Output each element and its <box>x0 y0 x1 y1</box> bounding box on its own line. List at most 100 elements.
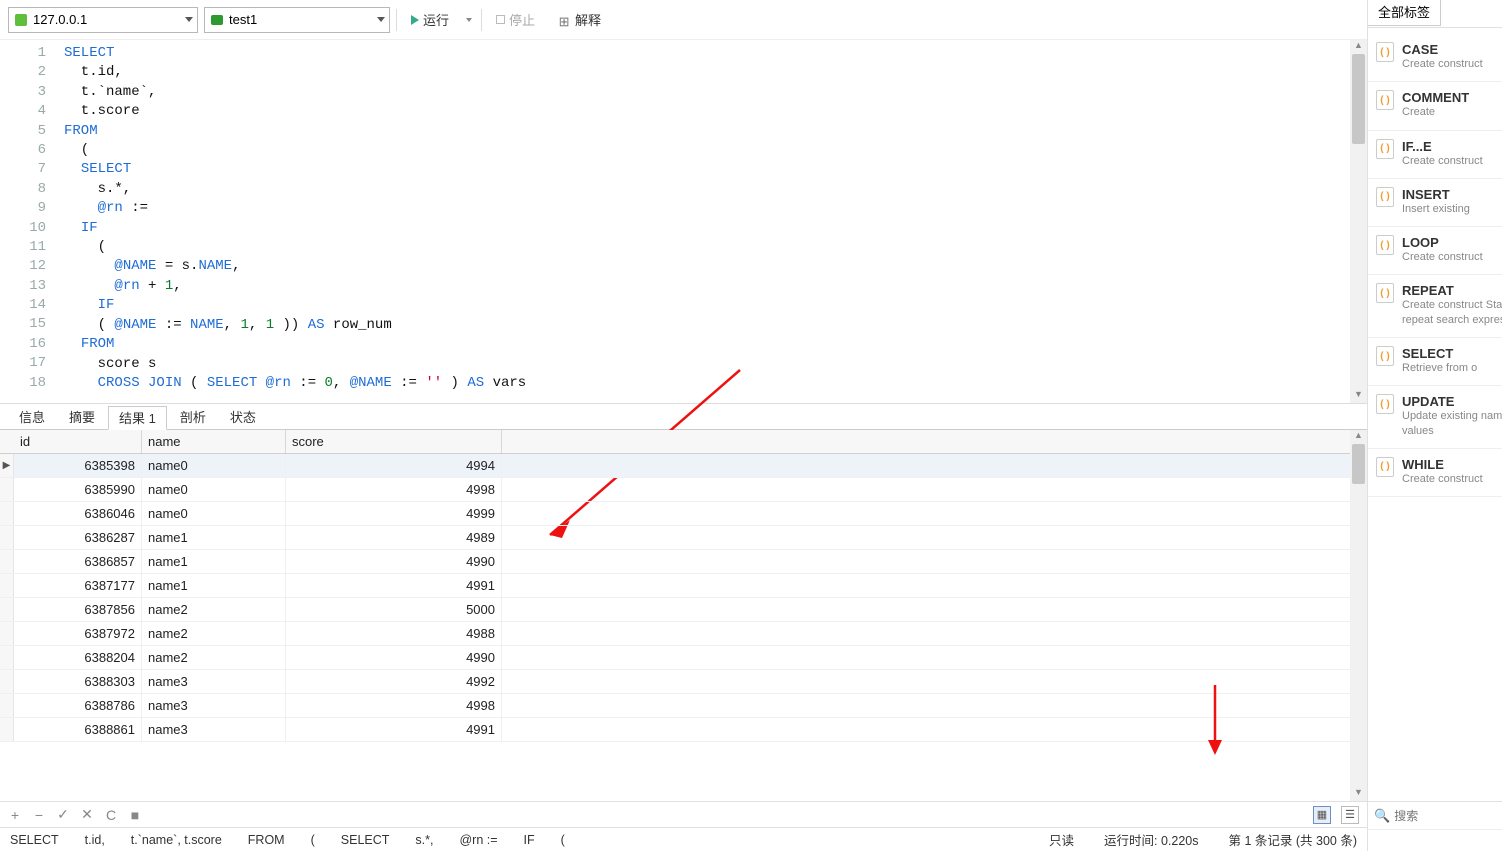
cell-score[interactable]: 5000 <box>286 598 502 621</box>
cell-name[interactable]: name3 <box>142 694 286 717</box>
snippet-item[interactable]: LOOPCreate construct <box>1368 227 1502 275</box>
cell-id[interactable]: 6385398 <box>14 454 142 477</box>
cell-id[interactable]: 6387177 <box>14 574 142 597</box>
cell-id[interactable]: 6385990 <box>14 478 142 501</box>
table-row[interactable]: 6387856name25000 <box>0 598 1367 622</box>
column-header-score[interactable]: score <box>286 430 502 453</box>
table-row[interactable]: 6385990name04998 <box>0 478 1367 502</box>
add-row-button[interactable]: + <box>8 807 22 823</box>
cell-id[interactable]: 6387972 <box>14 622 142 645</box>
snippets-list[interactable]: CASECreate constructCOMMENTCreateIF...EC… <box>1368 28 1502 801</box>
explain-button[interactable]: 解释 <box>549 7 609 33</box>
cell-score[interactable]: 4999 <box>286 502 502 525</box>
scroll-thumb[interactable] <box>1352 444 1365 484</box>
column-header-name[interactable]: name <box>142 430 286 453</box>
connection-combo[interactable]: 127.0.0.1 <box>8 7 198 33</box>
scroll-up-icon[interactable]: ▲ <box>1350 430 1367 444</box>
table-row[interactable]: 6387177name14991 <box>0 574 1367 598</box>
snippet-item[interactable]: UPDATEUpdate existing named values <box>1368 386 1502 449</box>
snippet-item[interactable]: CASECreate construct <box>1368 34 1502 82</box>
form-view-button[interactable]: ☰ <box>1341 806 1359 824</box>
snippet-desc: Create construct <box>1402 154 1483 168</box>
cell-name[interactable]: name2 <box>142 646 286 669</box>
scroll-thumb[interactable] <box>1352 54 1365 144</box>
table-row[interactable]: ▶6385398name04994 <box>0 454 1367 478</box>
status-readonly: 只读 <box>1049 830 1074 849</box>
table-row[interactable]: 6388786name34998 <box>0 694 1367 718</box>
grid-scrollbar[interactable]: ▲ ▼ <box>1350 430 1367 801</box>
cell-id[interactable]: 6386287 <box>14 526 142 549</box>
table-row[interactable]: 6386287name14989 <box>0 526 1367 550</box>
tab-result-1[interactable]: 结果 1 <box>108 406 167 430</box>
table-row[interactable]: 6388303name34992 <box>0 670 1367 694</box>
tab-profile[interactable]: 剖析 <box>169 405 217 429</box>
editor-scrollbar[interactable]: ▲ ▼ <box>1350 40 1367 403</box>
cell-id[interactable]: 6388204 <box>14 646 142 669</box>
snippet-item[interactable]: IF...ECreate construct <box>1368 131 1502 179</box>
snippet-item[interactable]: WHILECreate construct <box>1368 449 1502 497</box>
cell-name[interactable]: name1 <box>142 574 286 597</box>
cell-name[interactable]: name2 <box>142 622 286 645</box>
cell-score[interactable]: 4994 <box>286 454 502 477</box>
cell-id[interactable]: 6386857 <box>14 550 142 573</box>
stop-button[interactable]: 停止 <box>488 7 543 33</box>
scroll-up-icon[interactable]: ▲ <box>1350 40 1367 54</box>
snippet-item[interactable]: SELECTRetrieve from o <box>1368 338 1502 386</box>
cell-id[interactable]: 6386046 <box>14 502 142 525</box>
column-header-id[interactable]: id <box>14 430 142 453</box>
table-row[interactable]: 6387972name24988 <box>0 622 1367 646</box>
sql-editor[interactable]: 1 2 3 4 5 6 7 8 9 10 11 12 13 14 15 16 1… <box>0 40 1367 404</box>
status-bar: SELECT t.id, t.`name`, t.score FROM ( SE… <box>0 827 1367 851</box>
cell-name[interactable]: name0 <box>142 454 286 477</box>
run-dropdown-button[interactable] <box>463 7 475 33</box>
tab-status[interactable]: 状态 <box>219 405 267 429</box>
cell-score[interactable]: 4990 <box>286 550 502 573</box>
cell-score[interactable]: 4992 <box>286 670 502 693</box>
snippet-item[interactable]: INSERTInsert existing <box>1368 179 1502 227</box>
scroll-down-icon[interactable]: ▼ <box>1350 389 1367 403</box>
table-row[interactable]: 6386046name04999 <box>0 502 1367 526</box>
cell-score[interactable]: 4998 <box>286 694 502 717</box>
cell-name[interactable]: name1 <box>142 550 286 573</box>
grid-view-button[interactable]: ▦ <box>1313 806 1331 824</box>
cell-name[interactable]: name3 <box>142 670 286 693</box>
commit-button[interactable]: ✓ <box>56 806 70 823</box>
snippet-item[interactable]: COMMENTCreate <box>1368 82 1502 130</box>
line-number: 5 <box>0 122 54 141</box>
cell-score[interactable]: 4988 <box>286 622 502 645</box>
cell-id[interactable]: 6387856 <box>14 598 142 621</box>
status-sql: SELECT t.id, t.`name`, t.score FROM ( SE… <box>10 833 565 847</box>
delete-row-button[interactable]: − <box>32 807 46 823</box>
tab-all-tags[interactable]: 全部标签 <box>1368 0 1441 26</box>
cell-name[interactable]: name0 <box>142 478 286 501</box>
table-row[interactable]: 6388861name34991 <box>0 718 1367 742</box>
snippet-title: COMMENT <box>1402 90 1469 105</box>
table-row[interactable]: 6388204name24990 <box>0 646 1367 670</box>
snippets-search-input[interactable] <box>1394 809 1502 823</box>
cell-id[interactable]: 6388303 <box>14 670 142 693</box>
stop-label: 停止 <box>509 10 535 29</box>
scroll-down-icon[interactable]: ▼ <box>1350 787 1367 801</box>
run-button[interactable]: 运行 <box>403 7 457 33</box>
cell-name[interactable]: name0 <box>142 502 286 525</box>
refresh-button[interactable]: C <box>104 807 118 823</box>
cell-score[interactable]: 4998 <box>286 478 502 501</box>
cell-score[interactable]: 4990 <box>286 646 502 669</box>
table-row[interactable]: 6386857name14990 <box>0 550 1367 574</box>
cell-score[interactable]: 4989 <box>286 526 502 549</box>
snippet-item[interactable]: REPEATCreate construct Statement repeat … <box>1368 275 1502 338</box>
cell-name[interactable]: name2 <box>142 598 286 621</box>
cell-id[interactable]: 6388861 <box>14 718 142 741</box>
editor-code[interactable]: SELECT t.id, t.`name`, t.score FROM ( SE… <box>58 40 1367 403</box>
cell-name[interactable]: name1 <box>142 526 286 549</box>
cell-score[interactable]: 4991 <box>286 574 502 597</box>
cell-score[interactable]: 4991 <box>286 718 502 741</box>
tab-info[interactable]: 信息 <box>8 405 56 429</box>
cell-name[interactable]: name3 <box>142 718 286 741</box>
connection-value: 127.0.0.1 <box>33 12 87 27</box>
stop-grid-button[interactable]: ■ <box>128 807 142 823</box>
database-combo[interactable]: test1 <box>204 7 390 33</box>
cancel-button[interactable]: ✕ <box>80 806 94 823</box>
cell-id[interactable]: 6388786 <box>14 694 142 717</box>
tab-summary[interactable]: 摘要 <box>58 405 106 429</box>
